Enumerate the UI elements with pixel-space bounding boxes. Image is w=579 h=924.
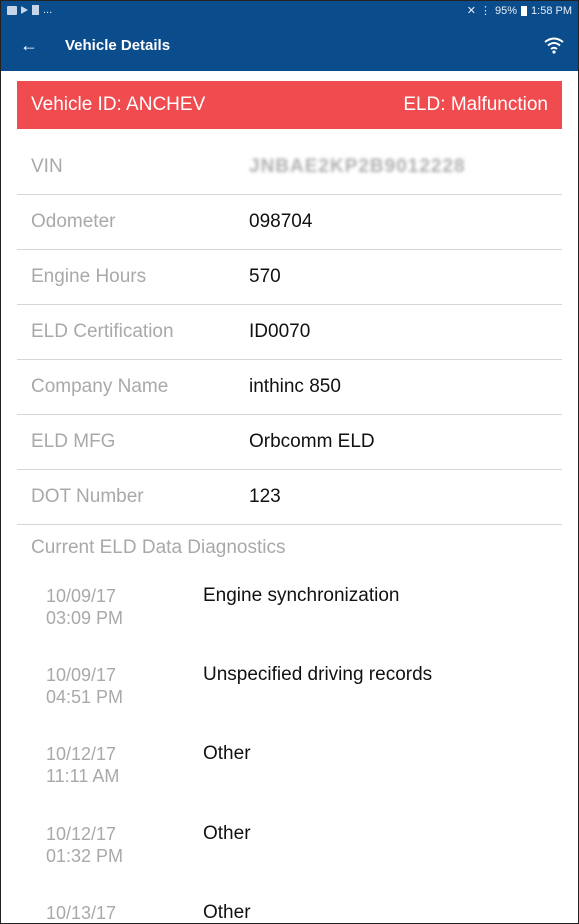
- detail-row-vin: VIN JNBAE2KP2B9012228: [17, 140, 562, 195]
- diagnostic-time: 03:09 PM: [46, 608, 124, 628]
- vehicle-id: Vehicle ID: ANCHEV: [31, 94, 206, 115]
- diagnostic-date: 10/12/17: [46, 824, 117, 844]
- detail-value: ID0070: [249, 321, 311, 342]
- detail-label: VIN: [31, 156, 63, 177]
- detail-label: ELD Certification: [31, 321, 174, 342]
- detail-row-company-name: Company Name inthinc 850: [17, 360, 562, 415]
- detail-label: ELD MFG: [31, 431, 116, 452]
- play-icon: [21, 6, 28, 14]
- detail-label: Company Name: [31, 376, 169, 397]
- signal-icon: ⋮: [480, 5, 491, 17]
- detail-row-eld-certification: ELD Certification ID0070: [17, 305, 562, 360]
- wifi-icon: [544, 37, 564, 54]
- battery-icon: [521, 5, 528, 16]
- clock-time: 1:58 PM: [531, 4, 572, 17]
- arrow-left-icon[interactable]: ←: [19, 34, 39, 56]
- detail-row-engine-hours: Engine Hours 570: [17, 250, 562, 305]
- diagnostic-time: 04:51 PM: [46, 687, 124, 707]
- status-bar: ... ✕ ⋮ 95% 1:58 PM: [1, 1, 578, 21]
- diagnostic-date: 10/13/17: [46, 903, 117, 923]
- flag-icon: [32, 5, 39, 15]
- eld-status-banner: Vehicle ID: ANCHEV ELD: Malfunction: [17, 81, 562, 129]
- detail-value: inthinc 850: [249, 376, 341, 397]
- diagnostic-date: 10/09/17: [46, 665, 117, 685]
- diagnostic-time: 11:11 AM: [46, 766, 120, 786]
- vehicle-details-list: VIN JNBAE2KP2B9012228 Odometer 098704 En…: [17, 140, 562, 525]
- detail-label: DOT Number: [31, 486, 144, 507]
- detail-row-eld-mfg: ELD MFG Orbcomm ELD: [17, 415, 562, 470]
- detail-value: Orbcomm ELD: [249, 431, 375, 452]
- detail-value: 123: [249, 486, 281, 507]
- diagnostics-title: Current ELD Data Diagnostics: [31, 537, 286, 558]
- battery-percent: 95%: [495, 4, 518, 17]
- detail-label: Odometer: [31, 211, 116, 232]
- diagnostic-description: Engine synchronization: [203, 585, 400, 606]
- app-bar: ← Vehicle Details: [1, 21, 578, 71]
- diagnostic-description: Unspecified driving records: [203, 664, 433, 685]
- eld-status: ELD: Malfunction: [403, 94, 548, 115]
- detail-row-odometer: Odometer 098704: [17, 195, 562, 250]
- diagnostic-description: Other: [203, 823, 251, 844]
- mute-icon: ✕: [466, 5, 476, 17]
- detail-value: JNBAE2KP2B9012228: [249, 156, 466, 177]
- notification-ellipsis: ...: [43, 4, 53, 16]
- diagnostic-description: Other: [203, 743, 251, 764]
- page-title: Vehicle Details: [65, 37, 171, 54]
- diagnostic-description: Other: [203, 902, 251, 923]
- detail-value: 570: [249, 266, 281, 287]
- diagnostic-time: 01:32 PM: [46, 846, 124, 866]
- diagnostic-date: 10/09/17: [46, 586, 117, 606]
- detail-label: Engine Hours: [31, 266, 147, 287]
- detail-value: 098704: [249, 211, 313, 232]
- diagnostic-date: 10/12/17: [46, 744, 117, 764]
- detail-row-dot-number: DOT Number 123: [17, 470, 562, 525]
- app-frame: ... ✕ ⋮ 95% 1:58 PM ← Vehicle Details Ve…: [0, 0, 579, 924]
- image-icon: [7, 5, 17, 15]
